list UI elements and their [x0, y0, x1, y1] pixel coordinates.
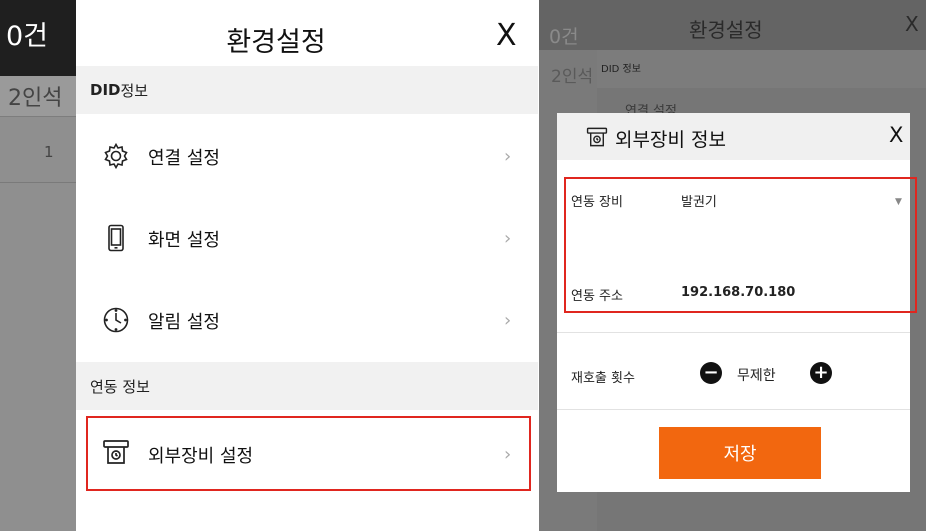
menu-item-label: 연결 설정: [148, 148, 220, 169]
phone-icon: [108, 224, 124, 252]
page-title: 환경설정: [226, 27, 326, 58]
minus-button[interactable]: −: [700, 362, 722, 384]
row-number: 1: [44, 143, 54, 161]
menu-item-label: 알림 설정: [148, 312, 220, 333]
section-did-rest: 정보: [120, 81, 149, 100]
background-close-icon: X: [905, 12, 919, 36]
recall-count-value: 무제한: [737, 368, 776, 384]
menu-item-label: 외부장비 설정: [148, 446, 254, 467]
chevron-right-icon: ›: [504, 310, 512, 331]
section-link-info: 연동 정보: [76, 362, 538, 410]
menu-item-alarm[interactable]: 알림 설정 ›: [76, 278, 538, 360]
device-label: 연동 장비: [571, 195, 623, 210]
divider: [557, 409, 910, 410]
chevron-right-icon: ›: [504, 444, 512, 465]
device-select[interactable]: 발권기: [681, 191, 717, 210]
chevron-right-icon: ›: [504, 228, 512, 249]
menu-item-external-device[interactable]: 외부장비 설정 ›: [76, 412, 538, 494]
save-button[interactable]: 저장: [659, 427, 821, 479]
queue-count: 0건: [549, 26, 579, 48]
seat-type-label: 2인석: [551, 67, 594, 87]
dialog-header: 외부장비 정보 X: [557, 113, 910, 160]
seat-type-label: 2인석: [8, 86, 63, 111]
clock-icon: [103, 307, 129, 333]
dialog-title: 외부장비 정보: [615, 129, 726, 151]
address-label: 연동 주소: [571, 289, 623, 304]
divider: [557, 332, 910, 333]
section-did-bold: DID: [90, 81, 121, 99]
menu-item-connection[interactable]: 연결 설정 ›: [76, 114, 538, 196]
chevron-down-icon[interactable]: ▼: [895, 197, 902, 207]
plus-button[interactable]: +: [810, 362, 832, 384]
background-section: [597, 50, 926, 88]
section-did-info: DID 정보: [76, 66, 538, 114]
external-device-dialog: 외부장비 정보 X 연동 장비 발권기 ▼ 연동 주소 192.168.70.1…: [557, 113, 917, 492]
external-device-screen: 0건 환경설정 X 2인석 DID 정보 연결 설정 외부장비 정보 X 연동 …: [539, 0, 926, 531]
recall-count-label: 재호출 횟수: [571, 371, 635, 386]
background-title: 환경설정: [689, 18, 763, 42]
chevron-right-icon: ›: [504, 146, 512, 167]
printer-icon: [103, 440, 129, 464]
close-button[interactable]: X: [496, 18, 517, 53]
printer-icon: [586, 127, 608, 147]
background-section-label: DID 정보: [601, 64, 641, 75]
address-input[interactable]: 192.168.70.180: [681, 285, 795, 300]
close-button[interactable]: X: [889, 123, 903, 147]
menu-item-label: 화면 설정: [148, 230, 220, 251]
menu-item-screen[interactable]: 화면 설정 ›: [76, 196, 538, 278]
settings-screen: 0건 2인석 1 환경설정 X DID 정보 연결 설정 › 화면 설정 › 알…: [0, 0, 538, 531]
background-header: 0건 환경설정 X: [539, 0, 926, 50]
queue-count: 0건: [6, 21, 49, 52]
gear-icon: [104, 142, 128, 170]
settings-panel: 환경설정 X DID 정보 연결 설정 › 화면 설정 › 알림 설정 › 연동…: [76, 0, 538, 531]
